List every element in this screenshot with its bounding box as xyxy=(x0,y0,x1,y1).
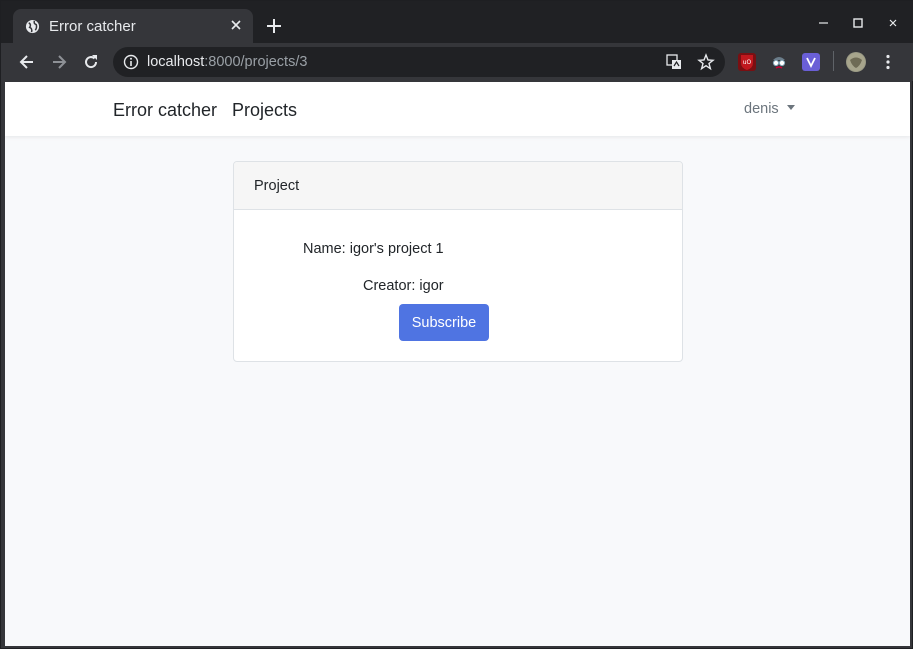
user-dropdown-toggle[interactable]: denis xyxy=(744,101,795,117)
tab-title: Error catcher xyxy=(49,18,136,35)
close-tab-icon[interactable] xyxy=(229,18,243,32)
globe-icon xyxy=(25,19,40,34)
site-navbar: Error catcher Projects denis xyxy=(5,82,910,136)
svg-text:uO: uO xyxy=(743,59,752,66)
forward-icon[interactable] xyxy=(49,52,69,72)
address-url[interactable]: localhost:8000/projects/3 xyxy=(147,54,307,70)
maximize-icon[interactable] xyxy=(850,15,866,31)
project-creator: Creator: igor xyxy=(363,278,444,294)
bookmark-star-icon[interactable] xyxy=(697,53,715,71)
new-tab-icon[interactable] xyxy=(265,17,283,35)
project-card: Project Name: igor's project 1 Creator: … xyxy=(233,161,683,362)
nav-projects-link[interactable]: Projects xyxy=(232,100,297,121)
address-bar[interactable]: localhost:8000/projects/3 xyxy=(113,47,725,77)
browser-window: Error catcher localhost:8000/projects/3 … xyxy=(0,0,913,649)
ublock-icon[interactable]: uO xyxy=(738,53,756,71)
spy-extension-icon[interactable] xyxy=(770,53,788,71)
minimize-icon[interactable] xyxy=(816,15,832,31)
toolbar-separator xyxy=(833,51,834,71)
subscribe-button[interactable]: Subscribe xyxy=(399,304,489,341)
tab-strip: Error catcher xyxy=(1,1,913,43)
back-icon[interactable] xyxy=(17,52,37,72)
menu-dots-icon[interactable] xyxy=(878,52,898,72)
card-header: Project xyxy=(234,162,682,210)
page-viewport: Error catcher Projects denis Project Nam… xyxy=(5,82,910,646)
caret-down-icon xyxy=(786,105,795,110)
card-title: Project xyxy=(254,178,300,194)
profile-avatar[interactable] xyxy=(846,52,866,72)
project-name: Name: igor's project 1 xyxy=(303,241,444,257)
browser-toolbar: localhost:8000/projects/3 uO xyxy=(1,43,913,81)
address-host: localhost xyxy=(147,54,205,70)
browser-tab[interactable]: Error catcher xyxy=(13,9,253,43)
info-icon[interactable] xyxy=(123,54,139,70)
close-window-icon[interactable] xyxy=(885,15,901,31)
user-name: denis xyxy=(744,101,779,117)
translate-icon[interactable] xyxy=(665,53,683,71)
address-path: :8000/projects/3 xyxy=(204,54,308,70)
brand-link[interactable]: Error catcher xyxy=(113,100,217,121)
reload-icon[interactable] xyxy=(81,52,101,72)
vue-extension-icon[interactable] xyxy=(802,53,820,71)
